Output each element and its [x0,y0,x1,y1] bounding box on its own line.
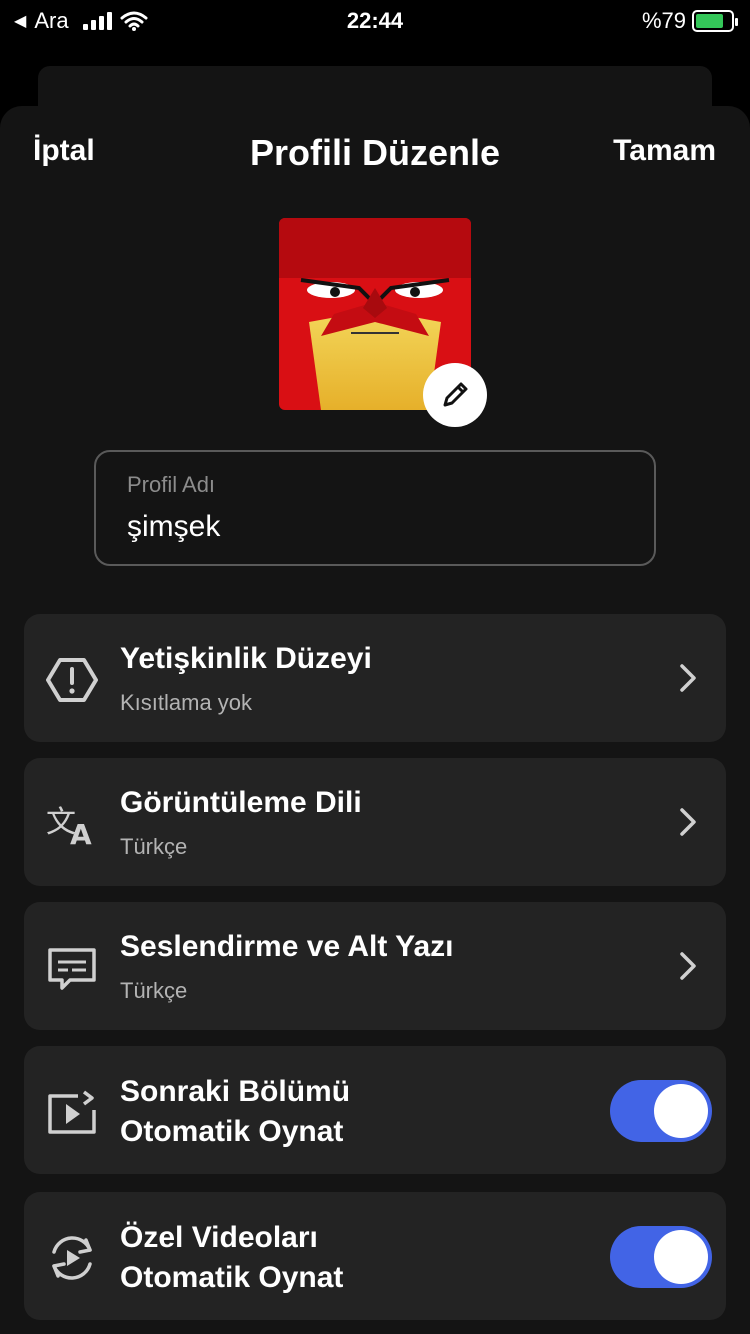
svg-text:A: A [70,818,92,850]
chevron-right-icon [680,952,696,980]
translate-icon: 文 A [46,805,92,850]
settings-row-subtitle: Kısıtlama yok [120,690,253,715]
top-bar: İptal Profili Düzenle Tamam [0,106,750,198]
battery-icon [692,10,738,32]
status-right: %79 [641,8,738,34]
chevron-right-icon [680,808,696,836]
chevron-right-icon [680,664,696,692]
toggle-row-title-line1: Sonraki Bölümü [120,1075,351,1108]
autoplay-previews-icon [52,1236,92,1280]
warning-icon [46,658,98,702]
autoplay-next-toggle[interactable] [610,1080,712,1142]
settings-row-title: Görüntüleme Dili [120,786,362,819]
autoplay-next-icon [48,1090,96,1134]
toggle-row-autoplay-next: Sonraki Bölümü Otomatik Oynat [24,1046,726,1174]
toggle-row-title: Özel Videoları Otomatik Oynat [120,1218,343,1298]
toggle-row-title-line1: Özel Videoları [120,1221,318,1254]
settings-row-display-language[interactable]: 文 A Görüntüleme Dili Türkçe [24,758,726,886]
settings-row-title: Seslendirme ve Alt Yazı [120,930,454,963]
pencil-icon [443,382,468,407]
toggle-knob [654,1230,708,1284]
settings-row-audio-subtitles[interactable]: Seslendirme ve Alt Yazı Türkçe [24,902,726,1030]
status-bar: ◀ Ara 22:44 %79 [0,0,750,40]
status-time: 22:44 [346,8,404,33]
autoplay-previews-toggle[interactable] [610,1226,712,1288]
toggle-row-autoplay-previews: Özel Videoları Otomatik Oynat [24,1192,726,1320]
battery-percent: %79 [641,8,686,33]
edit-avatar-button[interactable] [423,363,487,427]
settings-row-subtitle: Türkçe [120,978,188,1003]
toggle-row-title-line2: Otomatik Oynat [120,1261,344,1294]
profile-name-input[interactable]: şimşek [127,510,220,544]
subtitles-icon [48,948,96,990]
toggle-knob [654,1084,708,1138]
settings-row-title: Yetişkinlik Düzeyi [120,642,372,675]
profile-name-field[interactable]: Profil Adı şimşek [94,450,656,566]
toggle-row-title-line2: Otomatik Oynat [120,1115,344,1148]
profile-name-label: Profil Adı [127,472,216,497]
settings-row-maturity[interactable]: Yetişkinlik Düzeyi Kısıtlama yok [24,614,726,742]
done-button[interactable]: Tamam [613,134,716,168]
edit-profile-sheet: İptal Profili Düzenle Tamam Profil Adı ş… [0,106,750,1334]
settings-row-subtitle: Türkçe [120,834,188,859]
toggle-row-title: Sonraki Bölümü Otomatik Oynat [120,1072,350,1152]
